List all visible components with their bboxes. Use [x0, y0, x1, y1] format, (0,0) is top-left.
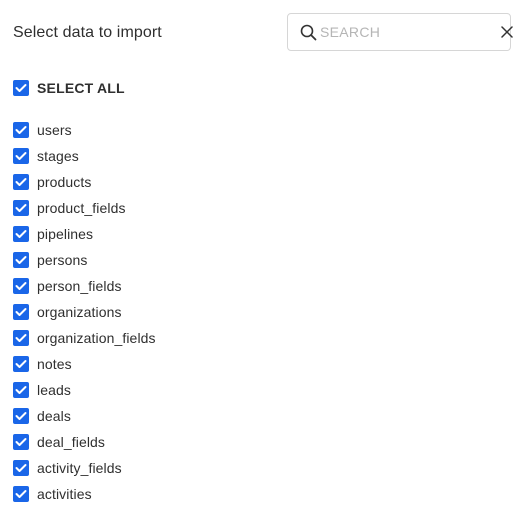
data-type-list: users stages products product_fields pip [13, 117, 156, 507]
select-all-label: SELECT ALL [37, 80, 125, 96]
checkbox-checked-icon[interactable] [13, 252, 29, 268]
list-item-users[interactable]: users [13, 117, 156, 143]
list-item-pipelines[interactable]: pipelines [13, 221, 156, 247]
checkbox-checked-icon[interactable] [13, 226, 29, 242]
list-item-label: leads [37, 382, 71, 398]
list-item-notes[interactable]: notes [13, 351, 156, 377]
list-item-label: deal_fields [37, 434, 106, 450]
checkbox-checked-icon[interactable] [13, 174, 29, 190]
search-input[interactable] [317, 14, 501, 50]
list-item-label: organizations [37, 304, 122, 320]
list-item-products[interactable]: products [13, 169, 156, 195]
checkbox-checked-icon[interactable] [13, 330, 29, 346]
checkbox-checked-icon[interactable] [13, 80, 29, 96]
list-item-activities[interactable]: activities [13, 481, 156, 507]
list-item-deals[interactable]: deals [13, 403, 156, 429]
checkbox-checked-icon[interactable] [13, 122, 29, 138]
checkbox-checked-icon[interactable] [13, 382, 29, 398]
list-item-persons[interactable]: persons [13, 247, 156, 273]
list-item-organizations[interactable]: organizations [13, 299, 156, 325]
list-item-label: stages [37, 148, 79, 164]
list-item-stages[interactable]: stages [13, 143, 156, 169]
list-item-label: person_fields [37, 278, 122, 294]
list-item-label: persons [37, 252, 88, 268]
list-item-activity-fields[interactable]: activity_fields [13, 455, 156, 481]
checkbox-checked-icon[interactable] [13, 304, 29, 320]
checkbox-checked-icon[interactable] [13, 200, 29, 216]
page-title: Select data to import [13, 24, 162, 41]
checkbox-checked-icon[interactable] [13, 356, 29, 372]
list-item-label: deals [37, 408, 71, 424]
list-item-label: product_fields [37, 200, 126, 216]
list-item-label: organization_fields [37, 330, 156, 346]
list-item-label: activity_fields [37, 460, 122, 476]
select-all-checkbox[interactable]: SELECT ALL [13, 79, 125, 97]
list-item-product-fields[interactable]: product_fields [13, 195, 156, 221]
list-item-label: products [37, 174, 92, 190]
checkbox-checked-icon[interactable] [13, 434, 29, 450]
close-icon[interactable] [501, 25, 513, 39]
list-item-label: activities [37, 486, 92, 502]
search-box[interactable] [287, 13, 513, 51]
list-item-organization-fields[interactable]: organization_fields [13, 325, 156, 351]
list-item-deal-fields[interactable]: deal_fields [13, 429, 156, 455]
checkbox-checked-icon[interactable] [13, 408, 29, 424]
list-item-leads[interactable]: leads [13, 377, 156, 403]
list-item-label: pipelines [37, 226, 94, 242]
checkbox-checked-icon[interactable] [13, 148, 29, 164]
list-item-label: users [37, 122, 72, 138]
list-item-label: notes [37, 356, 72, 372]
checkbox-checked-icon[interactable] [13, 486, 29, 502]
search-icon [300, 23, 317, 41]
checkbox-checked-icon[interactable] [13, 278, 29, 294]
list-item-person-fields[interactable]: person_fields [13, 273, 156, 299]
checkbox-checked-icon[interactable] [13, 460, 29, 476]
